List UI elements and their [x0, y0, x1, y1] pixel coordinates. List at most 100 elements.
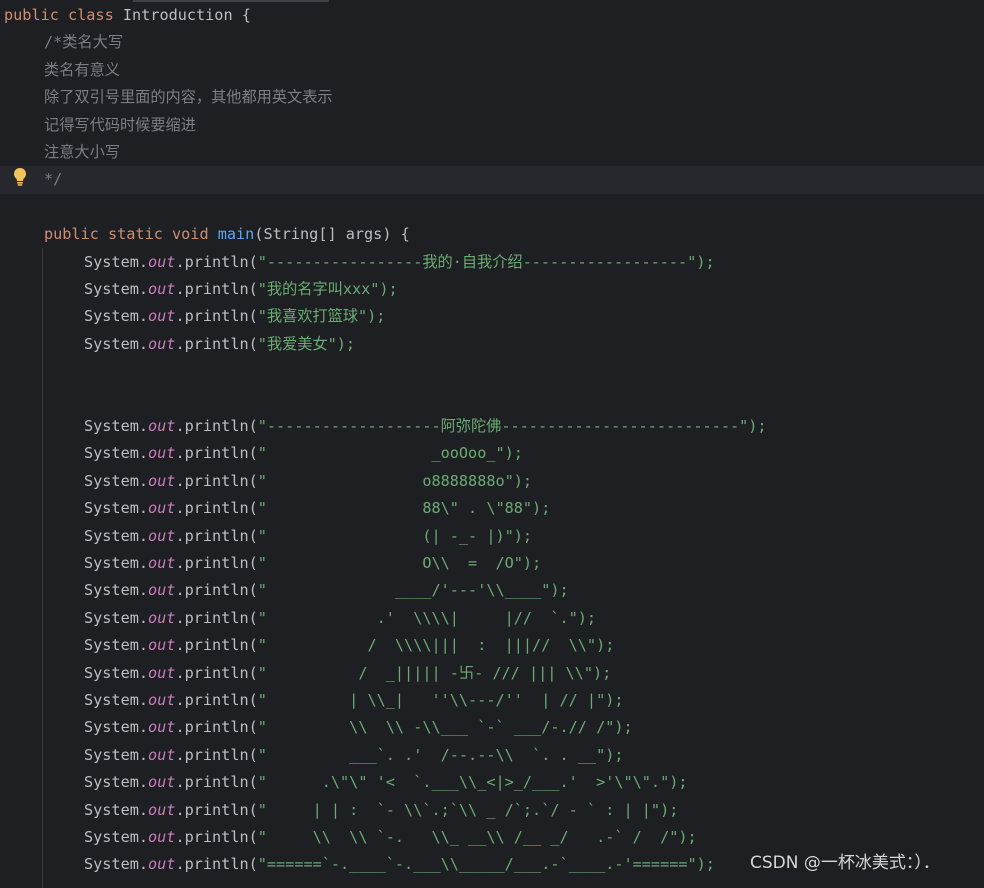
- code-line[interactable]: System.out.println("我喜欢打篮球");: [0, 303, 984, 330]
- code-line[interactable]: 记得写代码时候要缩进: [0, 112, 984, 139]
- code-line[interactable]: System.out.println(" _ooOoo_");: [0, 440, 984, 467]
- code-token: System.: [84, 499, 149, 518]
- code-token: .println(: [175, 252, 258, 271]
- code-token: System.: [84, 307, 149, 326]
- code-token: .println(: [175, 444, 258, 463]
- code-content: System.out.println(" | \\_| ''\\---/'' |…: [84, 687, 624, 714]
- code-token: .println(: [175, 471, 258, 490]
- code-token: .println(: [175, 855, 258, 874]
- code-content: public static void main(String[] args) {: [44, 221, 410, 248]
- code-content: public class Introduction {: [4, 2, 251, 29]
- code-token: " \\ \\ `-. \\_ __\\ /__ _/ .-` / /");: [257, 828, 697, 846]
- code-token: " .' \\\\| |// `.");: [257, 608, 597, 627]
- code-token: System.: [84, 718, 149, 737]
- code-token: .println(: [175, 663, 258, 682]
- code-line[interactable]: System.out.println("我的名字叫xxx");: [0, 276, 984, 303]
- code-line[interactable]: [0, 358, 984, 385]
- code-content: System.out.println("我喜欢打篮球");: [84, 303, 385, 330]
- code-token: out: [148, 581, 176, 600]
- code-token: System.: [84, 581, 149, 600]
- code-content: System.out.println(" / _||||| -卐- /// ||…: [84, 660, 611, 687]
- code-content: System.out.println("======`-.____`-.___\…: [84, 851, 715, 878]
- code-content: System.out.println(" ____/'---'\\____");: [84, 577, 569, 604]
- code-token: .println(: [175, 718, 258, 737]
- code-line[interactable]: System.out.println(" o8888888o");: [0, 468, 984, 495]
- code-line[interactable]: System.out.println(" .\"\" '< `.___\\_<|…: [0, 769, 984, 796]
- code-line[interactable]: 类名有意义: [0, 57, 984, 84]
- code-token: " / \\\\||| : |||// \\");: [257, 636, 615, 655]
- code-content: System.out.println("我的名字叫xxx");: [84, 276, 398, 303]
- code-token: out: [148, 499, 176, 518]
- code-content: System.out.println(" (| -_- |)");: [84, 523, 532, 550]
- code-line[interactable]: [0, 386, 984, 413]
- code-token: out: [148, 745, 176, 764]
- code-token: /*类名大写: [44, 33, 124, 52]
- code-line[interactable]: /*类名大写: [0, 29, 984, 56]
- code-token: out: [148, 773, 176, 792]
- code-line[interactable]: 注意大小写: [0, 139, 984, 166]
- code-token: System.: [84, 691, 149, 709]
- code-line[interactable]: System.out.println(" (| -_- |)");: [0, 523, 984, 550]
- code-token: public static void: [44, 225, 218, 244]
- code-token: " ____/'---'\\____");: [257, 581, 569, 600]
- code-token: " o8888888o");: [257, 471, 533, 490]
- code-token: .println(: [175, 334, 258, 353]
- code-token: .println(: [175, 554, 258, 572]
- code-content: System.out.println(" o8888888o");: [84, 468, 532, 495]
- code-token: System.: [84, 280, 149, 298]
- code-line[interactable]: System.out.println(" | \\_| ''\\---/'' |…: [0, 687, 984, 714]
- code-token: out: [148, 608, 176, 627]
- code-token: System.: [84, 444, 149, 463]
- code-token: 记得写代码时候要缩进: [44, 115, 196, 134]
- code-line[interactable]: System.out.println(" \\ \\ -\\___ `-` __…: [0, 714, 984, 741]
- code-line[interactable]: System.out.println(" | | : `- \\`.;`\\ _…: [0, 797, 984, 824]
- code-content: System.out.println(" / \\\\||| : |||// \…: [84, 632, 614, 659]
- code-line[interactable]: System.out.println(" O\\ = /O");: [0, 550, 984, 577]
- code-token: .println(: [175, 417, 258, 435]
- code-token: " (| -_- |)");: [257, 526, 533, 545]
- code-token: .println(: [175, 828, 258, 846]
- code-token: System.: [84, 417, 149, 435]
- code-token: System.: [84, 800, 149, 819]
- code-token: System.: [84, 334, 149, 353]
- code-line[interactable]: System.out.println(" / \\\\||| : |||// \…: [0, 632, 984, 659]
- code-token: "我爱美女");: [257, 334, 356, 353]
- code-line[interactable]: public class Introduction {: [0, 2, 984, 29]
- code-token: out: [148, 252, 176, 271]
- code-line[interactable]: System.out.println(" ____/'---'\\____");: [0, 577, 984, 604]
- code-line[interactable]: */: [0, 166, 984, 194]
- code-line[interactable]: System.out.println("-----------------我的·…: [0, 249, 984, 276]
- code-token: "-----------------我的·自我介绍---------------…: [257, 252, 715, 271]
- code-token: .println(: [175, 307, 258, 326]
- code-token: .println(: [175, 800, 258, 819]
- code-token: System.: [84, 526, 149, 545]
- code-line[interactable]: System.out.println(" / _||||| -卐- /// ||…: [0, 660, 984, 687]
- code-line[interactable]: System.out.println(" 88\" . \"88");: [0, 495, 984, 522]
- indent-guide: [42, 248, 43, 888]
- code-token: " _ooOoo_");: [257, 444, 523, 463]
- code-line[interactable]: [0, 194, 984, 221]
- code-line[interactable]: 除了双引号里面的内容，其他都用英文表示: [0, 84, 984, 111]
- code-token: out: [148, 554, 176, 572]
- code-token: .println(: [175, 280, 258, 298]
- code-token: out: [148, 471, 176, 490]
- code-line[interactable]: System.out.println(" ___`. .' /--.--\\ `…: [0, 742, 984, 769]
- code-token: (String[] args) {: [254, 225, 410, 244]
- code-token: " ___`. .' /--.--\\ `. . __");: [257, 745, 624, 764]
- code-token: .println(: [175, 581, 258, 600]
- code-content: System.out.println(" | | : `- \\`.;`\\ _…: [84, 797, 678, 824]
- code-token: " | | : `- \\`.;`\\ _ /`;.`/ - ` : | |")…: [257, 800, 679, 819]
- lightbulb-icon[interactable]: [11, 167, 29, 187]
- code-line[interactable]: System.out.println(" .' \\\\| |// `.");: [0, 605, 984, 632]
- code-token: " .\"\" '< `.___\\_<|>_/___.' >'\"\".");: [257, 773, 688, 792]
- code-token: out: [148, 417, 176, 435]
- code-token: .println(: [175, 745, 258, 764]
- code-line[interactable]: System.out.println("我爱美女");: [0, 331, 984, 358]
- code-line[interactable]: System.out.println("-------------------阿…: [0, 413, 984, 440]
- code-content: System.out.println(" _ooOoo_");: [84, 440, 523, 467]
- code-line[interactable]: System.out.println(" \\ \\ `-. \\_ __\\ …: [0, 824, 984, 851]
- code-token: System.: [84, 773, 149, 792]
- code-content: 记得写代码时候要缩进: [44, 112, 196, 139]
- code-content: 除了双引号里面的内容，其他都用英文表示: [44, 84, 333, 111]
- code-line[interactable]: public static void main(String[] args) {: [0, 221, 984, 248]
